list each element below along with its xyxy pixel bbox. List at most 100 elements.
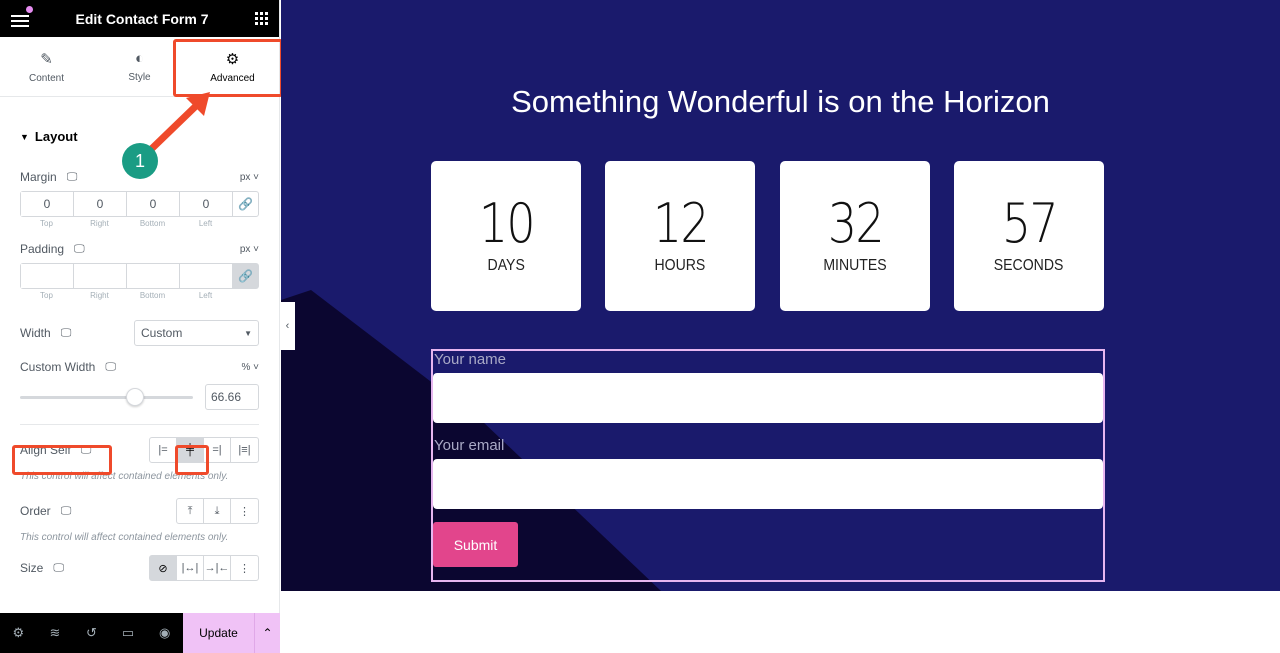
countdown-hours: 12 HOURS [605, 161, 755, 311]
link-values-icon[interactable]: 🔗 [233, 264, 258, 288]
desktop-icon[interactable]: 🖵 [74, 243, 85, 256]
half-circle-icon: ◐ [134, 50, 145, 67]
collapse-panel-button[interactable]: ‹ [280, 302, 295, 350]
name-label: Your name [434, 351, 506, 368]
order-end-icon[interactable]: ⤓ [204, 499, 231, 523]
width-label: Width [20, 326, 51, 340]
update-button[interactable]: Update [182, 613, 254, 653]
tab-content[interactable]: ✎ Content [0, 37, 93, 96]
width-select[interactable]: Custom ▼ [134, 320, 259, 346]
editor-panel: Edit Contact Form 7 ✎ Content ◐ Style ⚙ Adv… [0, 0, 283, 653]
countdown-days: 10 DAYS [431, 161, 581, 311]
custom-width-input[interactable] [205, 384, 259, 410]
page-footer-area [281, 591, 1280, 653]
desktop-icon[interactable]: 🖵 [67, 171, 78, 184]
align-center-icon[interactable]: ╪ [177, 438, 204, 462]
more-options-icon[interactable]: ⋮ [231, 556, 258, 580]
layers-icon[interactable]: ≋ [37, 613, 74, 653]
responsive-mode-icon[interactable]: ▭ [110, 613, 147, 653]
dim-label: Bottom [139, 291, 166, 300]
margin-right-input[interactable] [74, 192, 127, 216]
layout-section-toggle[interactable]: ▼ Layout [20, 129, 259, 144]
widgets-grid-icon[interactable] [254, 12, 268, 25]
margin-left-input[interactable] [180, 192, 233, 216]
desktop-icon[interactable]: 🖵 [61, 505, 72, 518]
order-note: This control will affect contained eleme… [20, 532, 229, 543]
tab-style[interactable]: ◐ Style [93, 37, 186, 96]
editor-title: Edit Contact Form 7 [75, 10, 209, 27]
dim-label: Bottom [139, 219, 166, 228]
chevron-up-icon[interactable]: ⌃ [254, 613, 280, 653]
tab-label: Content [28, 72, 65, 84]
email-input[interactable] [433, 459, 1103, 509]
dim-label: Right [90, 291, 109, 300]
align-self-note: This control will affect contained eleme… [20, 471, 229, 482]
more-options-icon[interactable]: ⋮ [231, 499, 258, 523]
name-input[interactable] [433, 373, 1103, 423]
page-heading: Something Wonderful is on the Horizon [511, 84, 1050, 119]
settings-icon[interactable]: ⚙ [0, 613, 37, 653]
countdown-value: 57 [1001, 192, 1058, 255]
contact-form: Your name Your email Submit [431, 349, 1105, 582]
align-self-label: Align Self [20, 443, 71, 457]
size-shrink-icon[interactable]: →|← [204, 556, 231, 580]
padding-top-input[interactable] [21, 264, 74, 288]
editor-footer: ⚙ ≋ ↺ ▭ ◉ Update ⌃ [0, 613, 280, 653]
custom-width-unit-select[interactable]: % ˅ [241, 362, 259, 373]
align-stretch-icon[interactable]: |≡| [231, 438, 258, 462]
padding-unit-select[interactable]: px ˅ [240, 244, 259, 255]
history-icon[interactable]: ↺ [73, 613, 110, 653]
padding-bottom-input[interactable] [127, 264, 180, 288]
padding-inputs: 🔗 [20, 263, 259, 289]
step-badge: 1 [122, 143, 158, 179]
editor-topbar: Edit Contact Form 7 [0, 0, 279, 37]
desktop-icon[interactable]: 🖵 [81, 444, 92, 457]
caret-down-icon: ▼ [244, 328, 252, 338]
countdown-value: 32 [827, 192, 884, 255]
section-title: Layout [34, 129, 78, 144]
align-end-icon[interactable]: =| [204, 438, 231, 462]
submit-button[interactable]: Submit [433, 522, 518, 567]
email-label: Your email [434, 437, 505, 454]
dim-label: Top [40, 291, 53, 300]
margin-inputs: 🔗 [20, 191, 259, 217]
tab-label: Style [128, 72, 151, 83]
countdown-label: DAYS [487, 257, 525, 274]
slider-thumb[interactable] [126, 387, 145, 406]
preview-eye-icon[interactable]: ◉ [146, 613, 183, 653]
desktop-icon[interactable]: 🖵 [105, 361, 116, 374]
link-values-icon[interactable]: 🔗 [233, 192, 258, 216]
menu-icon[interactable] [11, 5, 33, 27]
dim-label: Left [198, 291, 213, 300]
padding-left-input[interactable] [180, 264, 233, 288]
padding-right-input[interactable] [74, 264, 127, 288]
size-grow-icon[interactable]: |↔| [177, 556, 204, 580]
order-group: ⤒ ⤓ ⋮ [176, 498, 259, 524]
margin-top-input[interactable] [21, 192, 74, 216]
desktop-icon[interactable]: 🖵 [61, 327, 72, 340]
countdown-minutes: 32 MINUTES [780, 161, 930, 311]
dim-label: Left [198, 219, 213, 228]
gear-icon: ⚙ [225, 50, 240, 68]
countdown-label: HOURS [654, 257, 706, 274]
countdown-value: 10 [478, 192, 535, 255]
align-start-icon[interactable]: |= [150, 438, 177, 462]
margin-bottom-input[interactable] [127, 192, 180, 216]
countdown-label: MINUTES [823, 257, 887, 274]
notification-dot [26, 5, 33, 13]
desktop-icon[interactable]: 🖵 [53, 562, 64, 575]
margin-unit-select[interactable]: px ˅ [240, 172, 259, 183]
order-start-icon[interactable]: ⤒ [177, 499, 204, 523]
dim-label: Top [40, 219, 53, 228]
divider [20, 424, 259, 425]
size-group: ⊘ |↔| →|← ⋮ [149, 555, 259, 581]
tab-label: Advanced [210, 72, 255, 84]
size-label: Size [20, 561, 44, 575]
width-select-value: Custom [141, 326, 183, 340]
countdown-seconds: 57 SECONDS [954, 161, 1104, 311]
size-none-icon[interactable]: ⊘ [150, 556, 177, 580]
custom-width-label: Custom Width [20, 360, 96, 374]
custom-width-slider[interactable] [20, 387, 193, 406]
tab-advanced[interactable]: ⚙ Advanced [186, 37, 279, 96]
padding-label: Padding [20, 242, 65, 256]
